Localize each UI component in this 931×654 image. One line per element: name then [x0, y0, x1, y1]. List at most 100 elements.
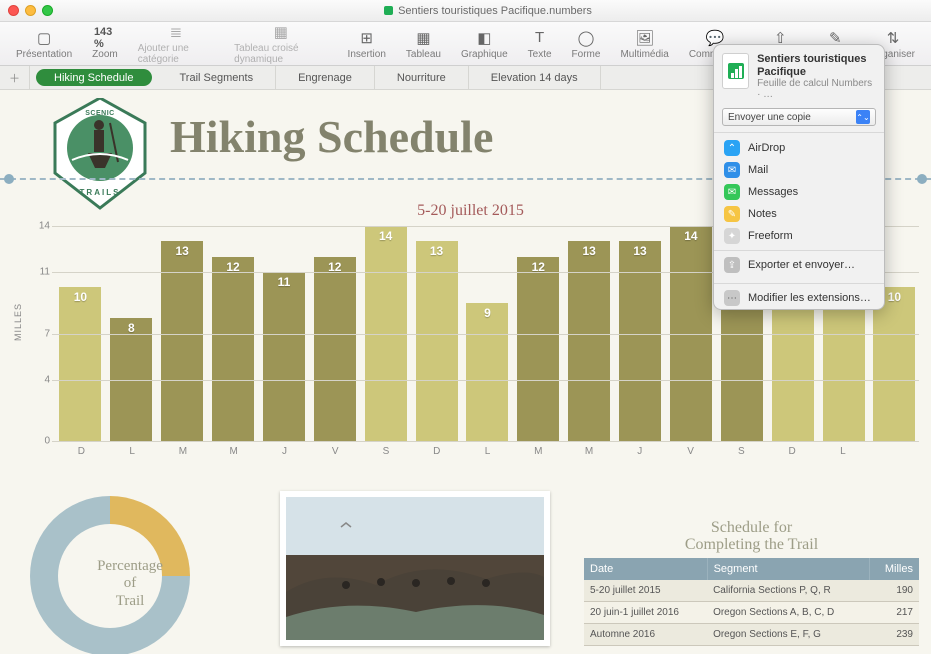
share-item-label: Mail: [748, 164, 768, 176]
bar-value: 10: [59, 290, 101, 304]
table-row[interactable]: 5-20 juillet 2015California Sections P, …: [584, 580, 919, 602]
bar[interactable]: 12: [212, 257, 254, 441]
share-item-label: Notes: [748, 208, 777, 220]
sheet-tab-elevation[interactable]: Elevation 14 days: [469, 66, 601, 89]
pivot-table-button[interactable]: ▦ Tableau croisé dynamique: [224, 22, 337, 65]
chart-button[interactable]: ◧Graphique: [451, 28, 518, 60]
share-item-messages[interactable]: ✉ Messages: [714, 181, 884, 203]
x-label: L: [817, 446, 868, 466]
x-label: D: [56, 446, 107, 466]
chevron-updown-icon: ⌃⌄: [856, 110, 870, 124]
donut-label: Percentage of Trail: [80, 558, 180, 610]
insert-button[interactable]: ⊞Insertion: [338, 28, 396, 60]
sheet-tab-food[interactable]: Nourriture: [375, 66, 469, 89]
cell-date: 5-20 juillet 2015: [584, 580, 707, 602]
x-label: D: [411, 446, 462, 466]
cell-miles: 190: [869, 580, 919, 602]
close-window-button[interactable]: [8, 5, 19, 16]
window-title: Sentiers touristiques Pacifique.numbers: [53, 5, 923, 17]
grid-icon: ▦: [270, 22, 292, 42]
share-item-icon: ✉: [724, 162, 740, 178]
bar[interactable]: 11: [263, 272, 305, 441]
bar-value: 13: [619, 244, 661, 258]
zoom-window-button[interactable]: [42, 5, 53, 16]
share-item-label: Freeform: [748, 230, 793, 242]
sheet-tab-gear[interactable]: Engrenage: [276, 66, 375, 89]
photo-placeholder[interactable]: [280, 491, 550, 646]
cell-date: 20 juin-1 juillet 2016: [584, 602, 707, 624]
bar-value: 13: [568, 244, 610, 258]
bar[interactable]: 12: [314, 257, 356, 441]
share-item-airdrop[interactable]: ⌃ AirDrop: [714, 137, 884, 159]
chart-icon: ◧: [473, 28, 495, 48]
col-segment: Segment: [707, 558, 869, 580]
share-item-mail[interactable]: ✉ Mail: [714, 159, 884, 181]
x-label: L: [107, 446, 158, 466]
share-item-label: Messages: [748, 186, 798, 198]
organize-icon: ⇅: [882, 28, 904, 48]
table-icon: ▦: [412, 28, 434, 48]
add-category-button[interactable]: ≣ Ajouter une catégorie: [128, 22, 224, 65]
x-label: M: [564, 446, 615, 466]
cell-segment: Oregon Sections A, B, C, D: [707, 602, 869, 624]
share-item-freeform[interactable]: ✦ Freeform: [714, 225, 884, 247]
cell-segment: Oregon Sections E, F, G: [707, 624, 869, 646]
col-miles: Milles: [869, 558, 919, 580]
sheet-tab-hiking[interactable]: Hiking Schedule: [36, 69, 152, 86]
minimize-window-button[interactable]: [25, 5, 36, 16]
share-item-icon: ✦: [724, 228, 740, 244]
percentage-donut-chart[interactable]: Percentage of Trail: [30, 496, 250, 646]
share-options-list: ⌃ AirDrop ✉ Mail ✉ Messages ✎Notes ✦ Freeform ⇪Ex…: [714, 132, 884, 280]
ruler-knob-left[interactable]: [4, 174, 14, 184]
share-item-label: AirDrop: [748, 142, 785, 154]
table-row[interactable]: Automne 2016Oregon Sections E, F, G239: [584, 624, 919, 646]
shape-button[interactable]: ◯Forme: [562, 28, 611, 60]
bar[interactable]: 12: [517, 257, 559, 441]
x-label: J: [614, 446, 665, 466]
trails-logo: SCENIC TRAILS: [50, 98, 150, 198]
view-button[interactable]: ▢ Présentation: [6, 28, 82, 60]
text-button[interactable]: TTexte: [518, 28, 562, 60]
x-label: M: [158, 446, 209, 466]
edit-extensions-item[interactable]: ⋯ Modifier les extensions…: [714, 287, 884, 309]
share-item-exporter-et-envoyer-[interactable]: ⇪Exporter et envoyer…: [714, 254, 884, 276]
bar-value: 11: [263, 275, 305, 289]
add-sheet-button[interactable]: ＋: [0, 66, 30, 89]
x-label: D: [767, 446, 818, 466]
bar[interactable]: 10: [59, 287, 101, 441]
bar[interactable]: 10: [873, 287, 915, 441]
col-date: Date: [584, 558, 707, 580]
schedule-table[interactable]: Schedule forCompleting the Trail Date Se…: [584, 519, 919, 646]
schedule-title: Schedule forCompleting the Trail: [584, 519, 919, 554]
page-title: Hiking Schedule: [170, 110, 493, 163]
bar[interactable]: 9: [466, 303, 508, 441]
send-copy-select[interactable]: Envoyer une copie ⌃⌄: [722, 108, 876, 126]
zoom-button[interactable]: 143 % Zoom: [82, 28, 128, 60]
bar-value: 13: [416, 244, 458, 258]
svg-text:SCENIC: SCENIC: [85, 110, 114, 117]
media-icon: 🖼: [634, 28, 656, 48]
window-controls: [8, 5, 53, 16]
ruler-knob-right[interactable]: [917, 174, 927, 184]
x-label: S: [361, 446, 412, 466]
cell-date: Automne 2016: [584, 624, 707, 646]
share-item-icon: ✉: [724, 184, 740, 200]
edit-extensions-label: Modifier les extensions…: [748, 292, 871, 304]
share-item-icon: ⌃: [724, 140, 740, 156]
x-label: M: [513, 446, 564, 466]
table-row[interactable]: 20 juin-1 juillet 2016Oregon Sections A,…: [584, 602, 919, 624]
bar-value: 9: [466, 306, 508, 320]
media-button[interactable]: 🖼Multimédia: [610, 28, 678, 60]
table-button[interactable]: ▦Tableau: [396, 28, 451, 60]
sheet-tab-segments[interactable]: Trail Segments: [158, 66, 277, 89]
cell-miles: 217: [869, 602, 919, 624]
popover-subtitle: Feuille de calcul Numbers · …: [757, 78, 876, 100]
x-label: L: [462, 446, 513, 466]
x-label: S: [716, 446, 767, 466]
share-item-notes[interactable]: ✎Notes: [714, 203, 884, 225]
bar-value: 14: [670, 229, 712, 243]
text-icon: T: [529, 28, 551, 48]
x-label: V: [665, 446, 716, 466]
cell-segment: California Sections P, Q, R: [707, 580, 869, 602]
zoom-value: 143 %: [94, 28, 116, 48]
